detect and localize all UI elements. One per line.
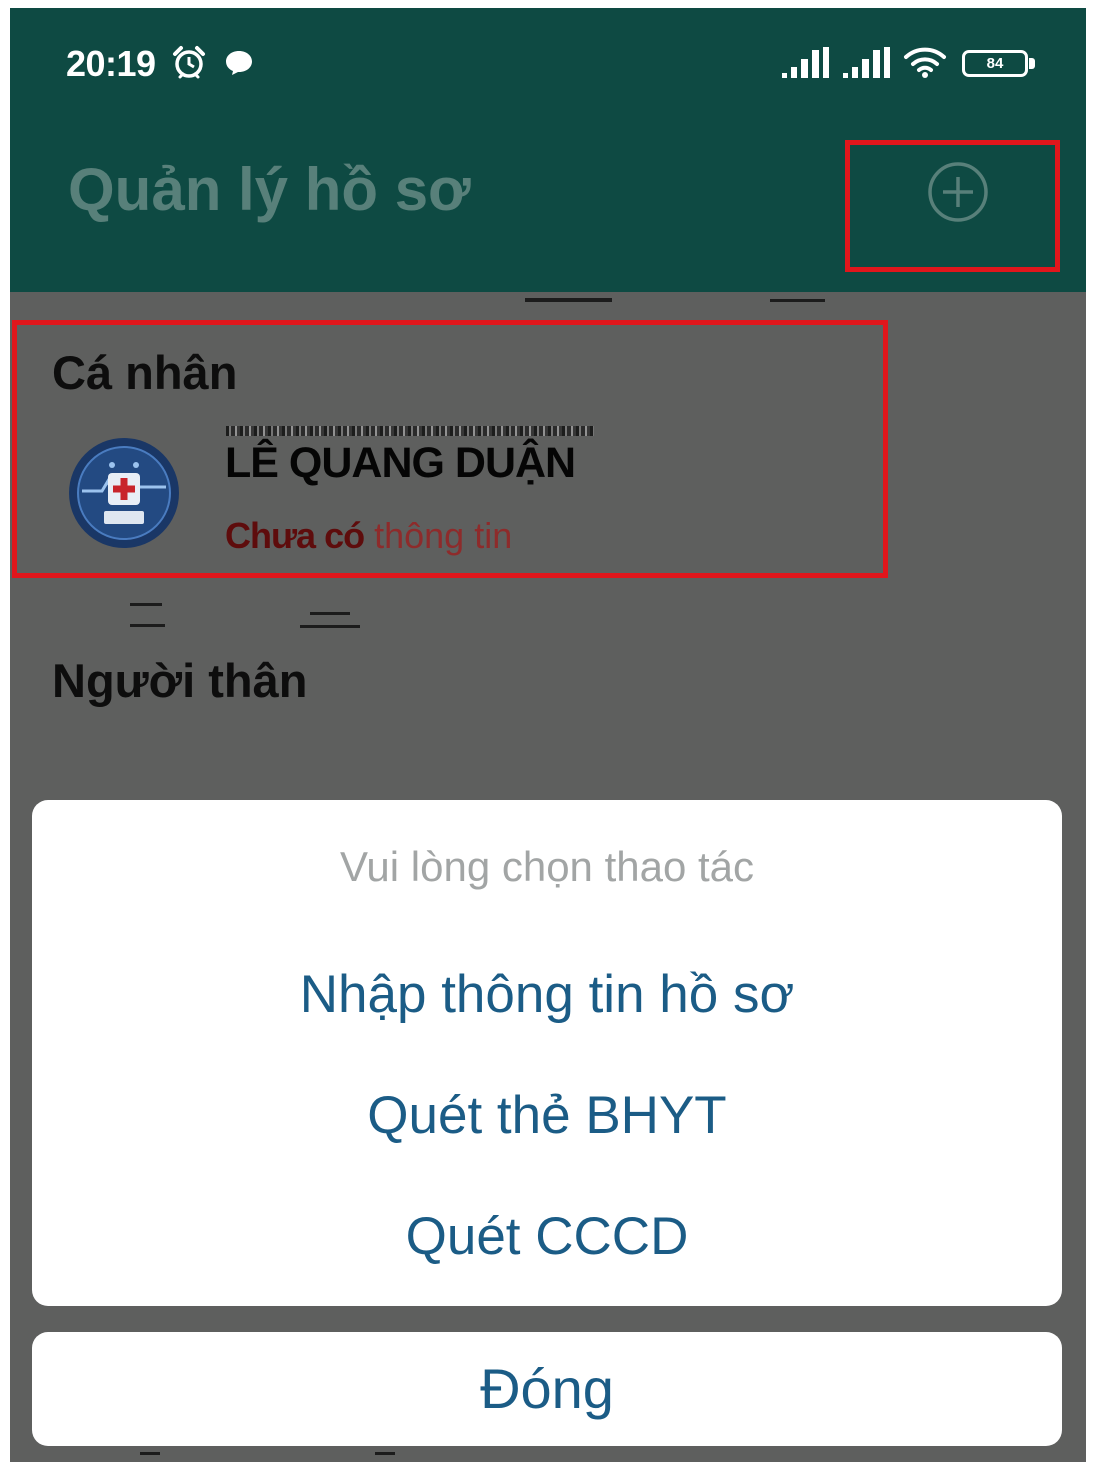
scan-artifact [525, 298, 612, 302]
signal-icon [843, 47, 890, 78]
option-scan-id-card[interactable]: Quét CCCD [32, 1176, 1062, 1297]
close-button[interactable]: Đóng [32, 1332, 1062, 1446]
scan-artifact [130, 603, 162, 606]
status-time: 20:19 [66, 43, 156, 84]
battery-terminal [1029, 58, 1035, 69]
wifi-icon [904, 47, 946, 78]
option-scan-insurance-card[interactable]: Quét thẻ BHYT [32, 1055, 1062, 1176]
option-enter-profile-info[interactable]: Nhập thông tin hồ sơ [32, 934, 1062, 1055]
scan-artifact [130, 624, 165, 627]
highlight-box-add-button [845, 140, 1060, 272]
phone-screen: 20:19 84 Quản lý hồ sơ Cá nhân LÊ QUANG … [10, 8, 1086, 1462]
scan-artifact [375, 1452, 395, 1455]
scan-artifact [140, 1452, 160, 1455]
scan-artifact [300, 625, 360, 628]
action-sheet-title: Vui lòng chọn thao tác [339, 843, 755, 890]
battery-level: 84 [986, 55, 1004, 72]
highlight-box-personal-section [12, 320, 888, 578]
signal-icon [782, 47, 829, 78]
page-title: Quản lý hồ sơ [68, 156, 471, 223]
scan-artifact [770, 299, 825, 302]
scan-artifact [310, 612, 350, 615]
action-sheet: Vui lòng chọn thao tác Nhập thông tin hồ… [32, 800, 1062, 1306]
battery-icon: 84 [962, 50, 1028, 77]
section-heading-relatives: Người thân [52, 654, 308, 707]
alarm-icon [173, 46, 205, 79]
chat-icon [226, 51, 252, 75]
